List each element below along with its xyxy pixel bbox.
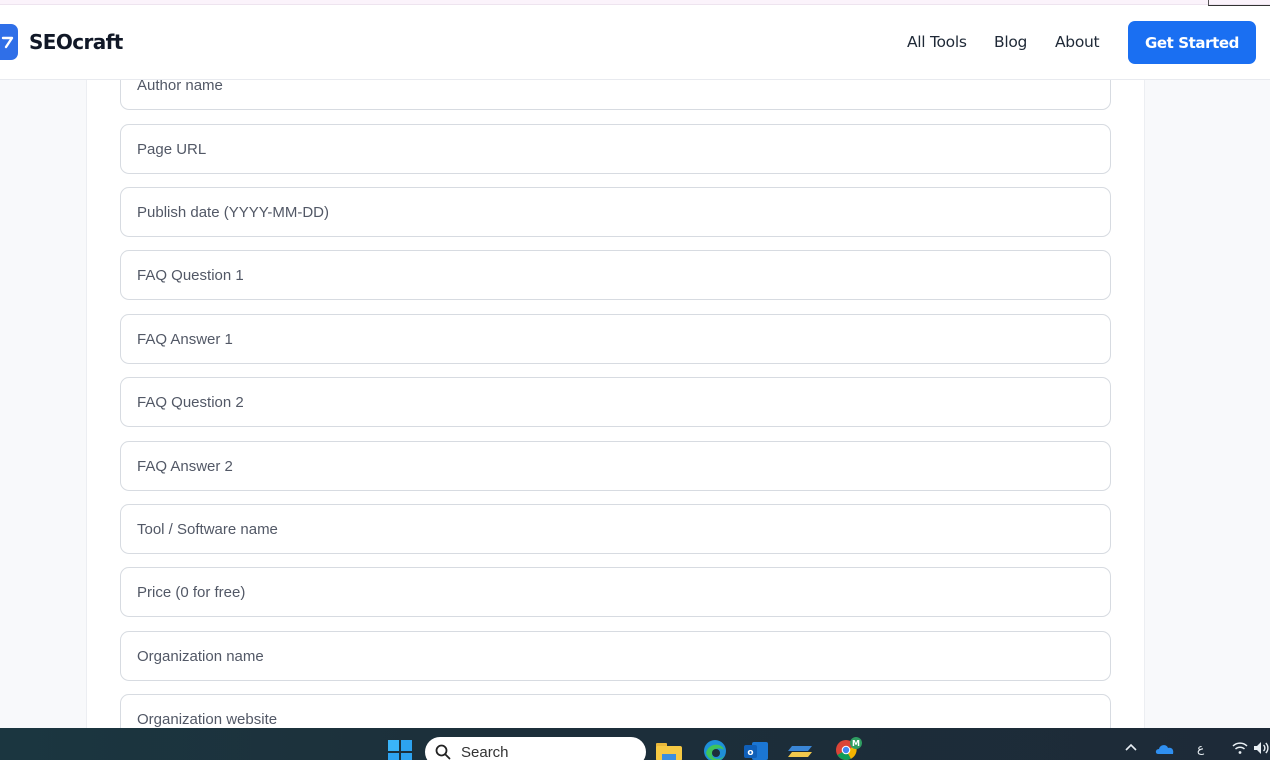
brand-name[interactable]: SEOcraft [29, 30, 123, 54]
price-field[interactable]: Price (0 for free) [120, 567, 1111, 617]
file-explorer-icon[interactable] [656, 741, 682, 760]
tool-name-field[interactable]: Tool / Software name [120, 504, 1111, 554]
faq-question-2-field[interactable]: FAQ Question 2 [120, 377, 1111, 427]
nav-blog[interactable]: Blog [994, 33, 1027, 51]
site-header: SEOcraft All Tools Blog About Get Starte… [0, 5, 1270, 80]
stickies-icon[interactable] [788, 742, 814, 760]
edge-icon[interactable] [702, 739, 728, 760]
input-language-indicator[interactable]: ع [1197, 741, 1204, 755]
chevron-up-icon[interactable] [1125, 742, 1137, 756]
outlook-icon[interactable]: o [744, 740, 768, 760]
nav-all-tools[interactable]: All Tools [907, 33, 967, 51]
svg-text:o: o [747, 748, 753, 758]
taskbar-search[interactable]: Search [425, 737, 646, 760]
publish-date-field[interactable]: Publish date (YYYY-MM-DD) [120, 187, 1111, 237]
start-icon[interactable] [388, 740, 412, 760]
windows-taskbar: Search o M ع [0, 728, 1270, 760]
chrome-icon[interactable]: M [834, 736, 864, 760]
page-url-field[interactable]: Page URL [120, 124, 1111, 174]
search-label: Search [461, 743, 509, 760]
logo-icon[interactable] [0, 24, 18, 60]
onedrive-icon[interactable] [1155, 743, 1175, 758]
chrome-profile-badge: M [852, 739, 860, 748]
faq-answer-1-field[interactable]: FAQ Answer 1 [120, 314, 1111, 364]
search-icon [435, 744, 451, 760]
wifi-icon[interactable] [1232, 741, 1248, 758]
volume-icon[interactable] [1253, 741, 1270, 758]
get-started-button[interactable]: Get Started [1128, 21, 1256, 64]
window-corner-fragment [1208, 0, 1270, 6]
organization-name-field[interactable]: Organization name [120, 631, 1111, 681]
faq-answer-2-field[interactable]: FAQ Answer 2 [120, 441, 1111, 491]
faq-question-1-field[interactable]: FAQ Question 1 [120, 250, 1111, 300]
nav-about[interactable]: About [1055, 33, 1100, 51]
